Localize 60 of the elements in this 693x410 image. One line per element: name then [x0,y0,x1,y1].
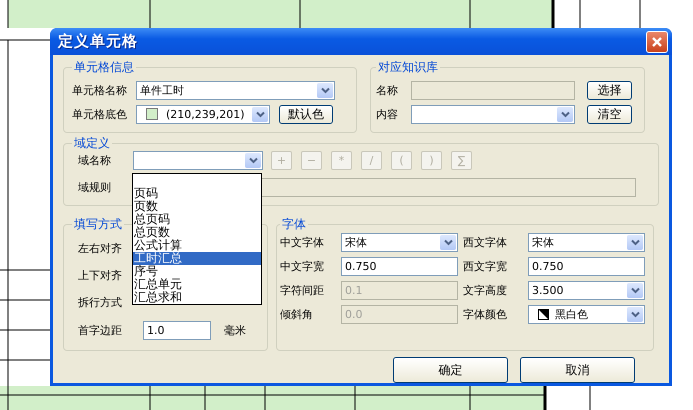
input-field[interactable]: 1.0 [143,320,211,340]
field-label: 域名称 [77,152,112,168]
field-label: 拆行方式 [77,295,122,310]
combo-value: (210,239,201) [166,108,245,120]
field-label: 倾斜角 [280,307,314,322]
close-button[interactable] [646,30,668,52]
unit-label: 毫米 [224,322,246,338]
list-option[interactable]: 序号 [133,265,261,278]
domain-name-combo[interactable] [133,150,263,170]
list-option[interactable]: 公式计算 [133,239,261,252]
window-title: 定义单元格 [58,32,138,51]
field-label: 域规则 [77,180,112,194]
field-label: 中文字体 [280,235,325,250]
field-label: 文字高度 [463,283,508,298]
input-field[interactable] [411,80,575,100]
group-title: 对应知识库 [377,59,439,76]
font-combo[interactable]: 宋体 [528,233,645,252]
list-option[interactable]: 页数 [133,200,261,213]
input-field[interactable]: 0.750 [341,257,458,276]
clear-button[interactable]: 清空 [587,104,632,124]
list-option[interactable]: 汇总单元 [133,278,261,291]
field-label: 名称 [376,82,399,98]
combo-value: 3.500 [532,284,564,297]
list-option[interactable]: 工时汇总 [133,252,261,265]
font-combo[interactable]: 宋体 [341,233,458,252]
color-mode-icon [538,309,549,320]
font-combo[interactable]: 3.500 [528,281,645,300]
default-color-button[interactable]: 默认色 [279,104,333,124]
field-label: 左右对齐 [77,241,122,256]
list-option[interactable]: 总页码 [133,213,261,226]
cell-color-combo[interactable]: (210,239,201) [136,104,270,124]
field-label: 字符间距 [280,283,325,298]
combo-value: 宋体 [532,235,554,250]
list-option[interactable]: 总页数 [133,226,261,239]
group-title: 字体 [281,216,307,233]
content-combo[interactable] [411,104,575,124]
select-button[interactable]: 选择 [587,80,632,100]
field-label: 单元格底色 [72,106,128,122]
input-field[interactable]: 0.750 [528,257,645,276]
group-title: 填写方式 [73,216,123,233]
combo-value: 宋体 [345,235,367,250]
combo-value: 单件工时 [140,82,184,98]
list-option[interactable]: 汇总求和 [133,291,261,304]
field-label: 内容 [376,106,399,122]
cell-name-combo[interactable]: 单件工时 [136,80,335,100]
group-title: 域定义 [73,135,111,152]
combo-value: 黑白色 [555,307,588,322]
field-label: 中文字宽 [280,259,325,274]
cancel-button[interactable]: 取消 [520,357,635,383]
list-option[interactable]: 页码 [133,187,261,200]
font-color-combo[interactable]: 黑白色 [528,305,645,324]
field-label: 西文字宽 [463,259,508,274]
field-label: 字体颜色 [463,307,508,322]
field-label: 西文字体 [463,235,508,250]
field-label: 单元格名称 [72,82,128,98]
ok-button[interactable]: 确定 [393,357,508,383]
field-label: 上下对齐 [77,268,122,283]
group-title: 单元格信息 [73,59,135,76]
close-icon [651,36,663,48]
field-label: 首字边距 [77,322,123,338]
